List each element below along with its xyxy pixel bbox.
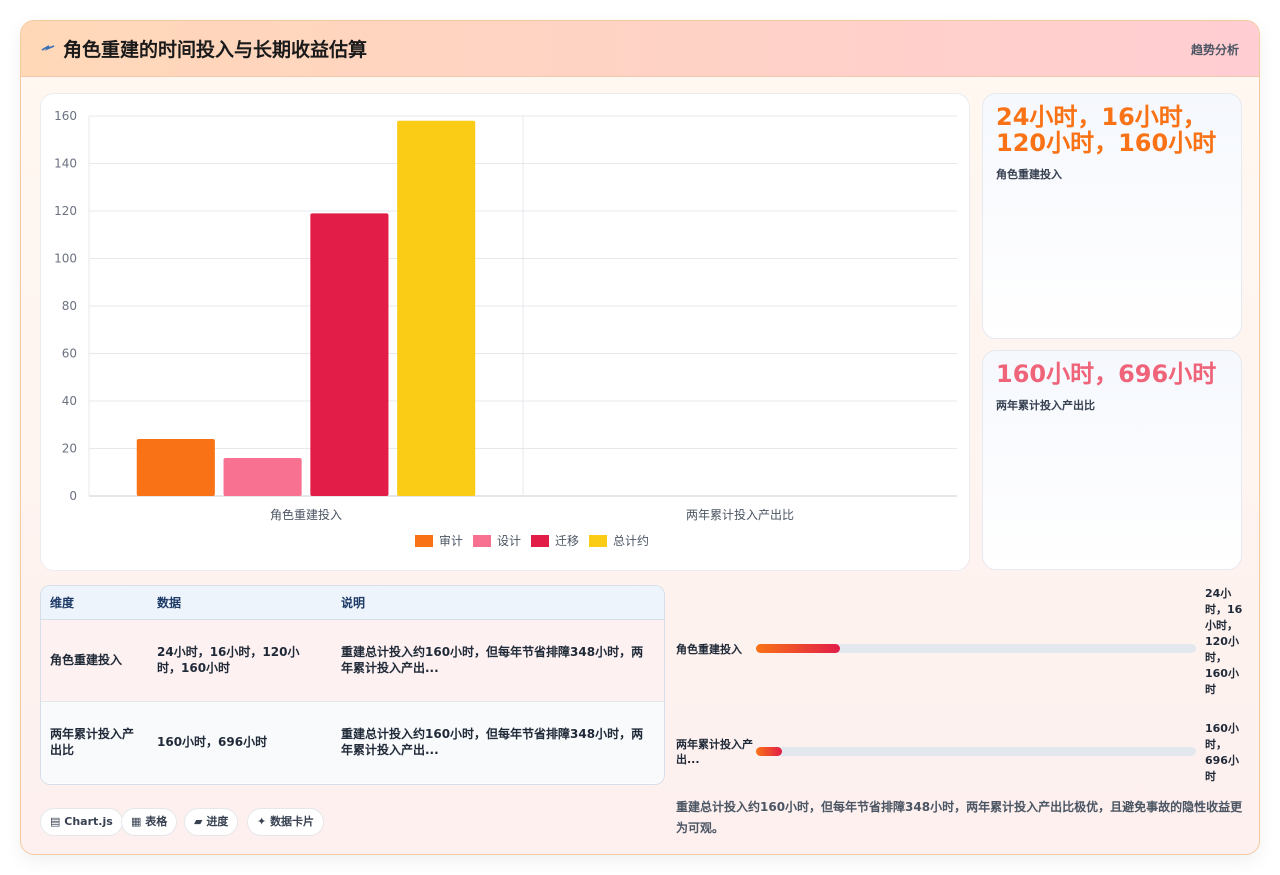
chip-label: Chart.js bbox=[64, 815, 113, 828]
chip-data-card[interactable]: ✦ 数据卡片 bbox=[247, 808, 325, 836]
page-title: 角色重建的时间投入与长期收益估算 bbox=[63, 39, 368, 61]
chip-progress[interactable]: ▰ 进度 bbox=[184, 808, 239, 836]
kpi-card-roi: 160小时，696小时 两年累计投入产出比 bbox=[982, 350, 1242, 570]
table-icon: ▦ bbox=[131, 815, 142, 828]
progress-label: 两年累计投入产出... bbox=[676, 738, 753, 766]
progress-track bbox=[756, 747, 1196, 756]
y-tick-label: 160 bbox=[54, 109, 77, 123]
table-row: 两年累计投入产出比 160小时，696小时 重建总计投入约160小时，但每年节省… bbox=[41, 701, 664, 783]
progress-value: 160小时，696小时 bbox=[1205, 722, 1239, 783]
header: 角色重建的时间投入与长期收益估算 趋势分析 bbox=[21, 21, 1259, 77]
kpi-value: 24小时，16小时，120小时，160小时 bbox=[996, 103, 1217, 157]
table-cell: 重建总计投入约160小时，但每年节省排障348小时，两年累计投入产出... bbox=[341, 727, 644, 758]
legend-label: 总计约 bbox=[613, 533, 649, 548]
progress-fill bbox=[756, 644, 840, 653]
data-table: 维度 数据 说明 角色重建投入 24小时，16小时，120小时，160小时 重建… bbox=[40, 585, 665, 785]
y-tick-label: 80 bbox=[62, 299, 77, 313]
legend-label: 迁移 bbox=[555, 534, 579, 548]
table-cell: 两年累计投入产出比 bbox=[50, 727, 135, 758]
progress-label: 角色重建投入 bbox=[676, 643, 742, 656]
table-cell: 角色重建投入 bbox=[50, 653, 123, 667]
table-row: 角色重建投入 24小时，16小时，120小时，160小时 重建总计投入约160小… bbox=[41, 619, 664, 701]
y-tick-label: 120 bbox=[54, 204, 77, 218]
bar bbox=[136, 439, 215, 496]
bar bbox=[223, 458, 302, 496]
legend-swatch bbox=[473, 535, 491, 547]
sparkle-icon: ✦ bbox=[257, 815, 267, 828]
x-tick-label: 角色重建投入 bbox=[270, 507, 342, 522]
table-header-row: 维度 数据 说明 bbox=[41, 586, 664, 620]
chart-icon: ▤ bbox=[50, 815, 61, 828]
progress-row: 角色重建投入 24小时，16小时，120小时，160小时 bbox=[676, 586, 1246, 716]
legend-swatch bbox=[589, 535, 607, 547]
chip-chartjs[interactable]: ▤ Chart.js bbox=[40, 808, 123, 836]
kpi-card-rebuild: 24小时，16小时，120小时，160小时 角色重建投入 bbox=[982, 93, 1242, 339]
legend-swatch bbox=[415, 535, 433, 547]
table-cell: 24小时，16小时，120小时，160小时 bbox=[157, 645, 300, 675]
progress-value: 24小时，16小时，120小时，160小时 bbox=[1205, 587, 1243, 696]
progress-icon: ▰ bbox=[194, 815, 203, 828]
column-header: 数据 bbox=[148, 586, 332, 620]
y-tick-label: 20 bbox=[62, 442, 77, 456]
column-header: 说明 bbox=[332, 586, 664, 620]
legend-swatch bbox=[531, 535, 549, 547]
x-tick-label: 两年累计投入产出比 bbox=[686, 507, 794, 522]
progress-fill bbox=[756, 747, 783, 756]
chip-table[interactable]: ▦ 表格 bbox=[121, 808, 178, 836]
bar-chart: 0 20 40 60 80 100 120 140 160 角色重建投入 两年累计投入产出比审计 设计… bbox=[54, 109, 957, 548]
bar bbox=[310, 213, 389, 496]
chip-label: 表格 bbox=[145, 815, 168, 828]
y-tick-label: 100 bbox=[54, 252, 77, 266]
trend-analysis-link[interactable]: 趋势分析 bbox=[1191, 41, 1239, 58]
progress-track bbox=[756, 644, 1196, 653]
dashboard-card: 角色重建的时间投入与长期收益估算 趋势分析 0 20 40 60 80 100 120 140… bbox=[20, 20, 1260, 855]
legend-label: 设计 bbox=[497, 534, 521, 548]
bar bbox=[397, 120, 476, 496]
bar-chart-panel: 0 20 40 60 80 100 120 140 160 角色重建投入 两年累计投入产出比审计 设计… bbox=[40, 93, 970, 571]
y-tick-label: 60 bbox=[62, 347, 77, 361]
kpi-label: 两年累计投入产出比 bbox=[996, 399, 1095, 412]
summary-text: 重建总计投入约160小时，但每年节省排障348小时，两年累计投入产出比极优，且避… bbox=[676, 800, 1243, 835]
kpi-value: 160小时，696小时 bbox=[996, 360, 1217, 388]
y-tick-label: 40 bbox=[62, 394, 77, 408]
table-cell: 160小时，696小时 bbox=[157, 735, 268, 750]
legend-label: 审计 bbox=[439, 533, 463, 548]
progress-row: 两年累计投入产出... 160小时，696小时 bbox=[676, 721, 1246, 791]
y-tick-label: 140 bbox=[54, 157, 77, 171]
y-tick-label: 0 bbox=[69, 489, 77, 503]
table-cell: 重建总计投入约160小时，但每年节省排障348小时，两年累计投入产出... bbox=[341, 645, 644, 675]
kpi-label: 角色重建投入 bbox=[996, 168, 1062, 181]
chip-label: 进度 bbox=[206, 815, 229, 828]
lightning-icon bbox=[41, 45, 55, 51]
column-header: 维度 bbox=[41, 586, 148, 620]
chip-label: 数据卡片 bbox=[270, 815, 315, 828]
